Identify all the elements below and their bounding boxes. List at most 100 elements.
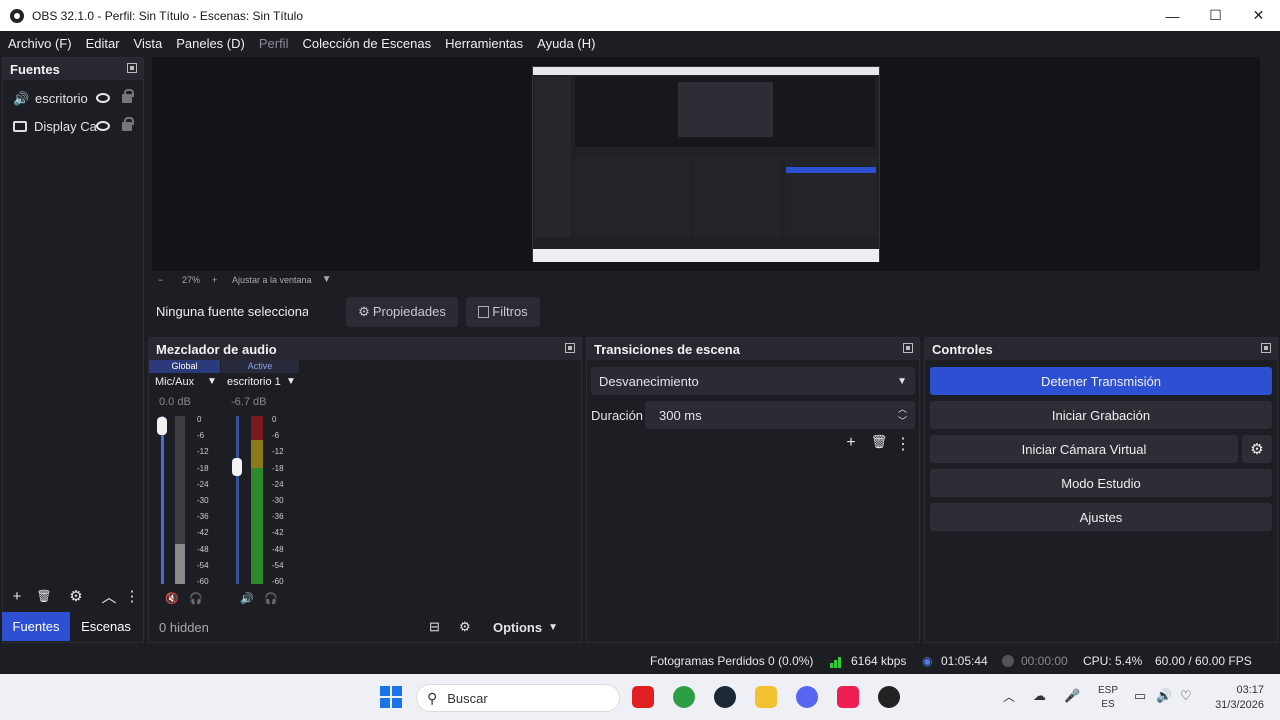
settings-button[interactable]: Ajustes: [930, 503, 1272, 531]
cpu-usage: CPU: 5.4%: [1083, 654, 1143, 668]
preview-screen-capture: [532, 66, 880, 262]
volume-track: [161, 416, 164, 584]
duration-input[interactable]: 300 ms ︿ ﹀: [645, 401, 915, 429]
chevron-down-icon[interactable]: ▼: [548, 622, 558, 633]
tiktok-icon[interactable]: [837, 686, 859, 708]
menu-coleccion-escenas[interactable]: Colección de Escenas: [302, 36, 431, 51]
gear-icon[interactable]: ⚙: [1242, 435, 1272, 463]
volume-slider-micaux[interactable]: [157, 417, 167, 435]
steam-icon[interactable]: [714, 686, 736, 708]
monitor-icon: [13, 120, 27, 132]
filters-button[interactable]: Filtros: [466, 296, 540, 327]
taskbar-search[interactable]: ⚲ Buscar: [416, 684, 620, 712]
maximize-button[interactable]: ☐: [1194, 0, 1237, 31]
window-titlebar: OBS 32.1.0 - Perfil: Sin Título - Escena…: [0, 0, 1280, 31]
float-dock-icon[interactable]: [903, 343, 913, 353]
broadcast-icon: ◉: [922, 654, 933, 668]
layout-icon[interactable]: ⊟: [429, 619, 459, 635]
menu-archivo[interactable]: Archivo (F): [8, 36, 72, 51]
volume-icon[interactable]: 🔊: [1156, 688, 1172, 704]
menu-editar[interactable]: Editar: [86, 36, 120, 51]
fit-window-label[interactable]: Ajustar a la ventana: [232, 275, 312, 285]
more-vert-icon[interactable]: ⋮: [123, 587, 141, 605]
menu-ayuda[interactable]: Ayuda (H): [537, 36, 595, 51]
menu-paneles[interactable]: Paneles (D): [176, 36, 245, 51]
trash-icon[interactable]: 🗑: [865, 434, 893, 454]
folder-icon[interactable]: [755, 686, 777, 708]
transitions-header: Transiciones de escena: [587, 338, 919, 360]
clock[interactable]: 03:17 31/3/2026: [1208, 683, 1264, 713]
display-icon[interactable]: ▭: [1134, 688, 1146, 704]
transitions-title: Transiciones de escena: [594, 341, 740, 357]
chevron-down-icon[interactable]: ▼: [286, 376, 296, 387]
add-transition-button[interactable]: +: [837, 434, 865, 454]
chevron-down-icon[interactable]: ▼: [322, 274, 332, 285]
options-button[interactable]: Options: [493, 620, 542, 635]
speaker-icon: 🔊: [13, 91, 30, 106]
discord-icon[interactable]: [796, 686, 818, 708]
source-label: Display Ca: [34, 118, 97, 134]
mute-icon[interactable]: 🔇: [165, 592, 179, 605]
fps: 60.00 / 60.00 FPS: [1155, 654, 1252, 668]
speaker-icon[interactable]: 🔊: [240, 592, 254, 605]
transitions-panel: Transiciones de escena Desvanecimiento ▼…: [586, 337, 920, 643]
duration-label: Duración: [591, 408, 644, 423]
studio-mode-button[interactable]: Modo Estudio: [930, 469, 1272, 497]
chevron-up-icon[interactable]: ︿: [95, 586, 123, 607]
tab-fuentes[interactable]: Fuentes: [2, 612, 70, 641]
obs-icon[interactable]: [878, 686, 900, 708]
mixer-settings-icon[interactable]: ⚙: [459, 619, 489, 635]
windows-start-icon[interactable]: [380, 686, 402, 708]
gear-icon[interactable]: ⚙: [57, 587, 95, 605]
eye-icon[interactable]: [96, 93, 110, 103]
channel-tag-global: Global: [149, 360, 220, 373]
source-item-display[interactable]: Display Ca: [3, 112, 143, 140]
zoom-out-button[interactable]: −: [158, 275, 174, 285]
language-indicator[interactable]: ESP ES: [1098, 684, 1118, 712]
hidden-count: 0 hidden: [159, 619, 209, 635]
volume-slider-escritorio[interactable]: [232, 458, 242, 476]
stop-streaming-button[interactable]: Detener Transmisión: [930, 367, 1272, 395]
transition-select[interactable]: Desvanecimiento ▼: [591, 367, 915, 395]
menu-perfil[interactable]: Perfil: [259, 36, 289, 51]
source-toolbar: Ninguna fuente seleccionac ⚙ Propiedades …: [148, 290, 1280, 333]
chevron-down-icon[interactable]: ▼: [207, 376, 217, 387]
properties-button[interactable]: ⚙ Propiedades: [346, 296, 458, 327]
start-recording-button[interactable]: Iniciar Grabación: [930, 401, 1272, 429]
headphones-off-icon[interactable]: 🎧: [189, 592, 203, 605]
zoom-level: 27%: [182, 274, 201, 285]
filter-icon: [478, 305, 490, 318]
youtube-icon[interactable]: [632, 686, 654, 708]
trash-icon[interactable]: 🗑: [31, 589, 57, 603]
network-icon[interactable]: ☁: [1033, 688, 1046, 704]
zoom-bar: − 27% + Ajustar a la ventana ▼: [152, 271, 1260, 288]
eye-icon[interactable]: [96, 121, 110, 131]
zoom-in-button[interactable]: +: [212, 275, 228, 285]
db-scale: 0 -6 -12 -18 -24 -30 -36 -42 -48 -54 -60: [272, 415, 284, 587]
notification-icon[interactable]: ♡: [1180, 688, 1192, 704]
menu-vista[interactable]: Vista: [134, 36, 163, 51]
signal-bars-icon: [830, 655, 844, 668]
lock-icon[interactable]: [122, 88, 134, 103]
minimize-button[interactable]: —: [1151, 0, 1194, 31]
source-item-escritorio[interactable]: 🔊 escritorio: [3, 84, 143, 112]
status-bar: Fotogramas Perdidos 0 (0.0%) 6164 kbps ◉…: [0, 648, 1280, 674]
add-source-button[interactable]: +: [3, 588, 31, 605]
float-dock-icon[interactable]: [127, 63, 137, 73]
float-dock-icon[interactable]: [1261, 343, 1271, 353]
float-dock-icon[interactable]: [565, 343, 575, 353]
tab-escenas[interactable]: Escenas: [72, 612, 140, 641]
sources-panel: Fuentes 🔊 escritorio Display Ca + 🗑 ⚙ ︿ …: [2, 57, 144, 643]
level-meter: [251, 416, 263, 584]
close-button[interactable]: ✕: [1237, 0, 1280, 31]
headphones-off-icon[interactable]: 🎧: [264, 592, 278, 605]
chrome-icon[interactable]: [673, 686, 695, 708]
stepper-icon[interactable]: ︿ ﹀: [898, 403, 907, 427]
more-vert-icon[interactable]: ⋮: [893, 434, 913, 454]
start-virtual-camera-button[interactable]: Iniciar Cámara Virtual: [930, 435, 1238, 463]
menu-herramientas[interactable]: Herramientas: [445, 36, 523, 51]
microphone-icon[interactable]: 🎤: [1064, 688, 1080, 704]
lock-icon[interactable]: [122, 116, 134, 131]
chevron-up-icon[interactable]: ︿: [1003, 688, 1015, 705]
sources-toolbar: + 🗑 ⚙ ︿ ⋮: [3, 584, 143, 608]
